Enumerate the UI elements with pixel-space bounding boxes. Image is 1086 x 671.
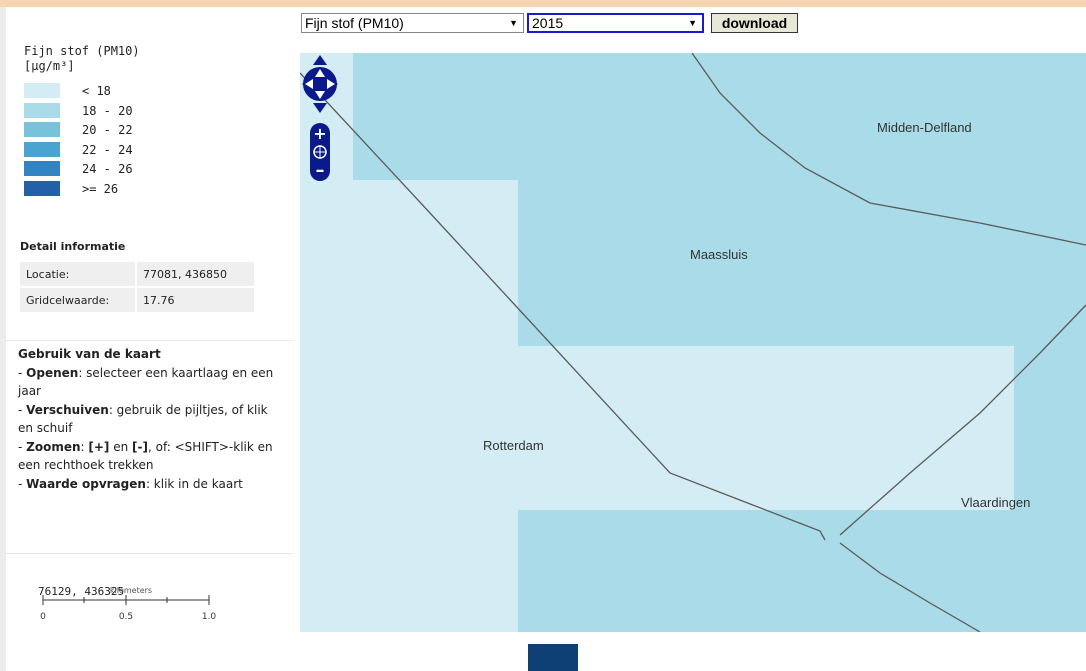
usage-pan-key: Verschuiven [26,402,109,417]
usage-zoom-plus: [+] [88,439,110,454]
legend-swatch [24,83,60,98]
grid-value: 17.76 [137,288,254,312]
legend-label: 18 - 20 [82,103,133,118]
legend-swatch [24,180,60,196]
pan-down-arrow [313,103,327,113]
left-edge [0,7,6,671]
layer-select[interactable]: Fijn stof (PM10) ▼ [301,13,524,33]
map-view[interactable]: Midden-Delfland Maassluis Rotterdam Vlaa… [300,53,1086,632]
year-select-value: 2015 [532,15,564,31]
grid-cell-mid [518,510,1086,632]
detail-heading: Detail informatie [20,240,126,253]
legend-swatch [24,102,60,118]
map-layer[interactable] [300,53,1086,632]
legend-swatch [24,141,60,157]
legend-row: >= 26 [24,180,144,200]
legend-label: >= 26 [82,181,119,196]
detail-table: Locatie: 77081, 436850 Gridcelwaarde: 17… [18,260,256,314]
location-label: Locatie: [20,262,135,286]
legend-label: 20 - 22 [82,123,133,137]
scale-unit: kilometers [110,586,152,595]
legend-row: < 18 [24,82,144,102]
divider [6,553,293,554]
year-select[interactable]: 2015 ▼ [527,13,704,33]
legend-swatch [24,122,60,137]
usage-query-text: : klik in de kaart [145,476,243,491]
top-banner [0,0,1086,7]
grid-cell-low [518,346,1014,510]
usage-open-key: Openen [26,365,79,380]
place-label-midden-delfland: Midden-Delfland [877,120,972,135]
usage-query-key: Waarde opvragen [26,476,146,491]
table-row: Locatie: 77081, 436850 [20,262,254,286]
usage-zoom-minus: [-] [132,439,148,454]
download-button[interactable]: download [711,13,798,33]
usage-query: - Waarde opvragen: klik in de kaart [18,476,243,491]
usage-heading: Gebruik van de kaart [18,347,161,361]
usage-pan: - Verschuiven: gebruik de pijltjes, of k… [18,402,268,436]
plus-icon: + [313,124,326,143]
layer-select-value: Fijn stof (PM10) [305,15,404,31]
legend-row: 18 - 20 [24,102,144,122]
grid-cell-low [353,180,518,632]
divider [6,340,293,341]
boundary-line [691,53,1086,246]
legend-row: 22 - 24 [24,141,144,161]
legend: Fijn stof (PM10) [µg/m³] < 18 18 - 20 20 -… [24,44,140,196]
scale-label-1: 1.0 [202,612,217,622]
scale-label-0: 0 [40,612,46,622]
zoom-bar[interactable]: + – [310,123,330,181]
legend-row: 24 - 26 [24,160,144,180]
detail-panel: Detail informatie Locatie: 77081, 436850… [18,240,256,314]
place-label-rotterdam: Rotterdam [483,438,544,453]
scale-bar: kilometers 0 0.5 1.0 [40,586,217,622]
legend-unit: [µg/m³] [24,59,75,73]
dropdown-arrow-icon: ▼ [509,18,518,28]
usage-zoom-key: Zoomen [26,439,81,454]
legend-rows: < 18 18 - 20 20 - 22 22 - 24 24 - 26 >= 26 [24,82,144,199]
location-value: 77081, 436850 [137,262,254,286]
scale-label-half: 0.5 [119,612,133,622]
pan-up-arrow [313,55,327,65]
legend-label: 24 - 26 [82,162,133,176]
legend-swatch [24,161,60,176]
minus-icon: – [316,160,325,181]
grid-value-label: Gridcelwaarde: [20,288,135,312]
map-navigation[interactable]: + – [300,53,340,183]
usage-open: - Openen: selecteer een kaartlaag en een… [18,365,274,399]
pan-arrows-icon[interactable] [302,55,338,113]
legend-title: Fijn stof (PM10) [24,44,140,58]
legend-label: 22 - 24 [82,142,133,157]
dropdown-arrow-icon: ▼ [688,18,697,28]
bottom-block [528,644,578,671]
place-label-maassluis: Maassluis [690,247,748,262]
legend-label: < 18 [82,84,111,98]
legend-row: 20 - 22 [24,121,144,141]
usage-zoom: - Zoomen: [+] en [-], of: <SHIFT>-klik e… [18,439,273,473]
table-row: Gridcelwaarde: 17.76 [20,288,254,312]
place-label-vlaardingen: Vlaardingen [961,495,1031,510]
usage-zoom-and: en [109,439,133,454]
usage-instructions: Gebruik van de kaart - Openen: selecteer… [18,345,283,493]
